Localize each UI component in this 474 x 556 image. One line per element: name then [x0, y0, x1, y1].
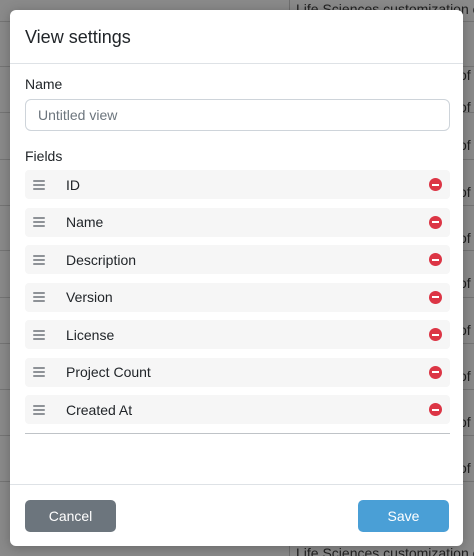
remove-field-icon[interactable]: [429, 215, 442, 229]
remove-field-icon[interactable]: [429, 403, 442, 416]
save-button[interactable]: Save: [358, 500, 449, 532]
cancel-button[interactable]: Cancel: [25, 500, 116, 532]
remove-field-icon[interactable]: [429, 365, 442, 379]
view-name-input[interactable]: [25, 99, 450, 131]
background-cell: Life Sciences customization o: [296, 545, 474, 556]
drag-handle-icon[interactable]: [33, 404, 45, 415]
field-item-label: Project Count: [66, 364, 151, 380]
field-item-label: Version: [66, 289, 113, 305]
field-item-label: Name: [66, 214, 104, 230]
field-item-id[interactable]: ID: [25, 170, 450, 199]
field-item-label: Description: [66, 251, 137, 268]
remove-field-icon[interactable]: [429, 178, 442, 191]
modal-body: Name Fields ID Name Description Version: [25, 76, 450, 434]
name-label: Name: [25, 76, 63, 92]
field-list-divider: [25, 432, 450, 434]
remove-field-icon[interactable]: [429, 290, 442, 304]
field-item-label: License: [66, 326, 115, 343]
drag-handle-icon[interactable]: [33, 367, 45, 377]
view-settings-modal: View settings Name Fields ID Name Descri…: [10, 10, 463, 546]
drag-handle-icon[interactable]: [33, 292, 45, 302]
modal-footer: Cancel Save: [10, 484, 463, 546]
field-item-license[interactable]: License: [25, 320, 450, 349]
drag-handle-icon[interactable]: [33, 329, 45, 340]
field-item-label: Created At: [66, 401, 133, 418]
field-item-label: ID: [66, 176, 80, 193]
field-list: ID Name Description Version License Proj…: [25, 170, 450, 424]
drag-handle-icon[interactable]: [33, 179, 45, 190]
modal-title: View settings: [25, 27, 131, 47]
field-item-name[interactable]: Name: [25, 207, 450, 237]
field-item-created-at[interactable]: Created At: [25, 395, 450, 424]
drag-handle-icon[interactable]: [33, 254, 45, 265]
field-item-version[interactable]: Version: [25, 282, 450, 312]
remove-field-icon[interactable]: [429, 328, 442, 341]
remove-field-icon[interactable]: [429, 253, 442, 266]
fields-label: Fields: [25, 148, 63, 164]
field-item-description[interactable]: Description: [25, 245, 450, 274]
drag-handle-icon[interactable]: [33, 217, 45, 227]
modal-header: View settings: [10, 10, 463, 64]
field-item-project-count[interactable]: Project Count: [25, 357, 450, 387]
